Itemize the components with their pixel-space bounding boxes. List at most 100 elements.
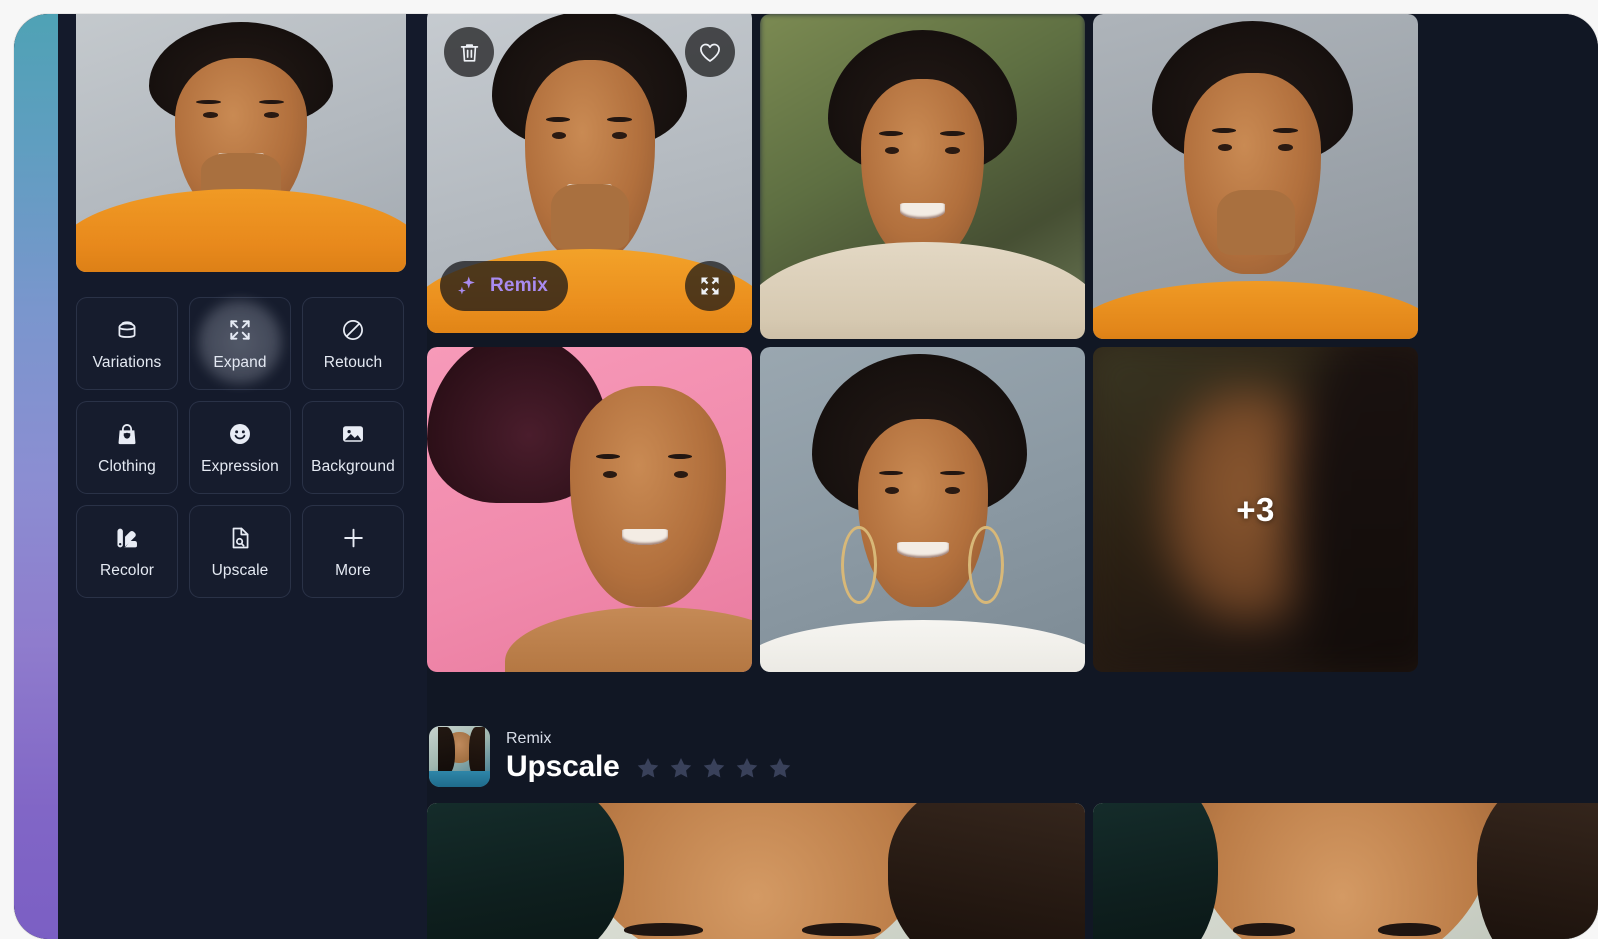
star-1[interactable] <box>635 755 661 781</box>
portrait-face <box>857 418 988 607</box>
gallery-tile-more[interactable]: +3 <box>1093 347 1418 672</box>
sparkles-icon <box>458 276 475 295</box>
image-icon <box>340 421 367 448</box>
portrait-brow-right <box>940 131 965 136</box>
portrait-face <box>570 386 726 607</box>
tools-sidebar: Variations Expand Retouch Clothing Expre… <box>58 14 427 939</box>
portrait-brow-right <box>1273 127 1298 133</box>
crop-brow-right <box>1378 922 1441 937</box>
crop-forehead <box>1186 803 1498 939</box>
gallery-tile-partial[interactable] <box>1093 803 1598 939</box>
portrait-brow-left <box>545 116 570 122</box>
tool-clothing[interactable]: Clothing <box>76 401 178 494</box>
preview-image[interactable] <box>76 14 406 272</box>
tool-label: More <box>335 561 371 579</box>
portrait-eye-right <box>674 470 689 478</box>
hoop-earring-left <box>841 525 877 604</box>
no-entry-icon <box>340 317 367 344</box>
gallery-tile-selected[interactable]: Remix <box>427 14 752 333</box>
tool-label: Upscale <box>211 561 269 579</box>
tool-more[interactable]: More <box>302 505 404 598</box>
bottom-image-row <box>427 803 1598 939</box>
accent-gradient-strip <box>14 14 58 939</box>
gallery-tile[interactable] <box>760 14 1085 339</box>
portrait-eye-right <box>264 112 279 118</box>
rating-stars[interactable] <box>635 755 793 781</box>
gallery-tile[interactable] <box>760 347 1085 672</box>
app-root: { "app": { "background_color": "#111724"… <box>0 0 1598 939</box>
expand-icon <box>227 317 254 344</box>
result-meta: Remix Upscale <box>506 730 793 782</box>
tool-label: Expression <box>201 457 279 475</box>
tool-label: Recolor <box>99 561 155 579</box>
handbag-icon <box>114 421 141 448</box>
portrait-eye-right <box>612 131 627 139</box>
tool-expression[interactable]: Expression <box>189 401 291 494</box>
tool-label: Variations <box>92 353 162 371</box>
portrait-eye-right <box>1278 144 1293 152</box>
crop-brow-left <box>624 922 704 937</box>
gallery-tile-partial[interactable] <box>427 803 1085 939</box>
crop-hair-left <box>1093 803 1218 939</box>
more-count-label: +3 <box>1236 490 1275 528</box>
avatar[interactable] <box>429 725 490 787</box>
expand-icon <box>701 277 719 295</box>
image-gallery: Remix +3 <box>427 14 1598 672</box>
portrait-eye-right <box>945 486 960 494</box>
portrait-art <box>1093 14 1418 339</box>
portrait-neck <box>1216 189 1295 255</box>
document-search-icon <box>227 525 254 552</box>
smiley-icon <box>227 421 254 448</box>
tool-expand[interactable]: Expand <box>189 297 291 390</box>
tool-label: Clothing <box>98 457 156 475</box>
tool-label: Expand <box>213 353 267 371</box>
gallery-tile[interactable] <box>427 347 752 672</box>
tool-recolor[interactable]: Recolor <box>76 505 178 598</box>
tool-grid: Variations Expand Retouch Clothing Expre… <box>76 297 410 598</box>
tool-upscale[interactable]: Upscale <box>189 505 291 598</box>
portrait-art <box>76 14 406 272</box>
tool-retouch[interactable]: Retouch <box>302 297 404 390</box>
portrait-crop-art <box>427 803 1085 939</box>
portrait-face <box>860 79 985 261</box>
remix-button[interactable]: Remix <box>440 261 569 311</box>
crop-forehead <box>571 803 941 939</box>
delete-image-button[interactable] <box>444 27 494 77</box>
result-subtitle: Remix <box>506 729 552 747</box>
result-title-row: Upscale <box>506 751 793 783</box>
portrait-brow-left <box>878 131 903 136</box>
star-4[interactable] <box>734 755 760 781</box>
portrait-eye-left <box>552 131 567 139</box>
favorite-button[interactable] <box>685 27 735 77</box>
portrait-art <box>760 347 1085 672</box>
star-2[interactable] <box>668 755 694 781</box>
portrait-neck <box>550 183 629 249</box>
portrait-crop-art <box>1093 803 1598 939</box>
result-status-bar: Remix Upscale <box>427 710 1598 802</box>
window-shell: Variations Expand Retouch Clothing Expre… <box>14 14 1598 939</box>
crop-brow-left <box>1233 922 1296 937</box>
palette-icon <box>114 525 141 552</box>
main-content: Remix +3 Remix Upscale <box>427 14 1598 939</box>
crop-hair-left <box>427 803 625 939</box>
stack-icon <box>114 317 141 344</box>
heart-icon <box>700 43 720 62</box>
expand-image-button[interactable] <box>685 261 735 311</box>
portrait-brow-left <box>1211 127 1236 133</box>
tool-label: Background <box>311 457 395 475</box>
star-3[interactable] <box>701 755 727 781</box>
crop-hair-right <box>887 803 1085 939</box>
gallery-tile[interactable] <box>1093 14 1418 339</box>
portrait-art <box>427 347 752 672</box>
plus-icon <box>340 525 367 552</box>
portrait-art <box>760 14 1085 339</box>
result-title: Upscale <box>506 749 620 783</box>
star-5[interactable] <box>767 755 793 781</box>
portrait-smile <box>896 542 949 559</box>
portrait-smile <box>622 529 668 546</box>
crop-brow-right <box>802 922 881 937</box>
tool-variations[interactable]: Variations <box>76 297 178 390</box>
crop-hair-right <box>1477 803 1598 939</box>
tool-background[interactable]: Background <box>302 401 404 494</box>
portrait-eye-left <box>602 470 617 478</box>
